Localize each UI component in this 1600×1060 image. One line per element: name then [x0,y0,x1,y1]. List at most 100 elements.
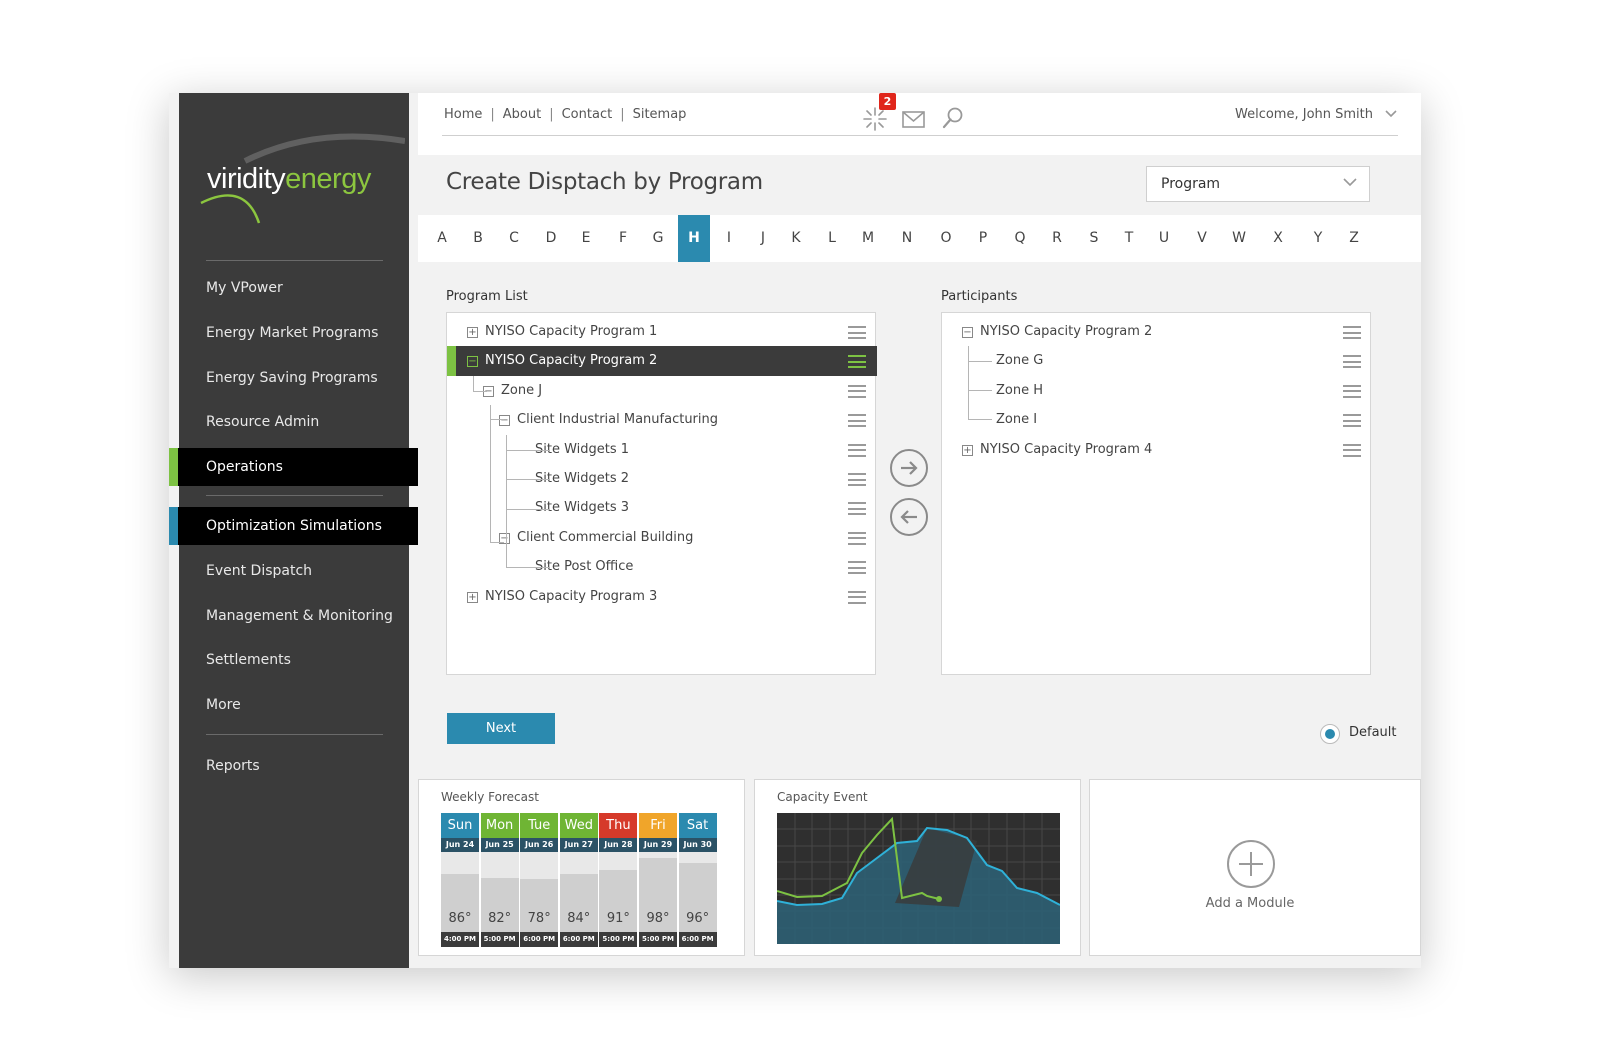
add-icon[interactable] [1227,840,1275,888]
drag-handle-icon[interactable] [848,473,866,486]
drag-handle-icon[interactable] [848,326,866,339]
forecast-temp: 84° [567,911,591,926]
drag-handle-icon[interactable] [1343,443,1361,457]
program-tree-row[interactable]: − Client Industrial Manufacturing [447,405,877,435]
mail-icon[interactable] [901,107,927,133]
logo[interactable]: viridityenergy [207,163,371,196]
nav-link-sitemap[interactable]: Sitemap [633,107,687,122]
sidebar-item-optimization-simulations[interactable]: Optimization Simulations [169,507,429,545]
letter-a[interactable]: A [426,215,458,262]
expand-icon[interactable]: + [467,327,478,338]
participant-tree-row[interactable]: Zone H [942,376,1372,406]
drag-handle-icon[interactable] [848,443,866,457]
letter-p[interactable]: P [967,215,999,262]
letter-t[interactable]: T [1113,215,1145,262]
participant-tree-row[interactable]: Zone G [942,346,1372,376]
participant-tree-row[interactable]: Zone I [942,405,1372,435]
tree-connector [506,450,550,451]
next-button[interactable]: Next [447,713,555,744]
letter-q[interactable]: Q [1004,215,1036,262]
drag-handle-icon[interactable] [848,355,866,369]
program-select[interactable]: Program [1146,166,1370,202]
letter-u[interactable]: U [1148,215,1180,262]
nav-link-about[interactable]: About [503,107,541,122]
letter-n[interactable]: N [891,215,923,262]
sidebar-item-operations[interactable]: Operations [169,448,419,486]
letter-l[interactable]: L [816,215,848,262]
letter-o[interactable]: O [930,215,962,262]
drag-handle-icon[interactable] [1343,414,1361,428]
forecast-time: 4:00 PM [441,932,479,947]
program-tree-row[interactable]: − NYISO Capacity Program 2 [447,346,877,377]
default-radio[interactable] [1320,724,1340,744]
expand-icon[interactable]: + [962,444,973,456]
sidebar-item-event-dispatch[interactable]: Event Dispatch [179,552,409,590]
collapse-icon[interactable]: − [962,327,973,338]
letter-r[interactable]: R [1041,215,1073,262]
forecast-day[interactable]: Mon Jun 25 82° 5:00 PM [480,813,519,947]
nav-link-contact[interactable]: Contact [562,107,613,122]
program-tree-row[interactable]: − Client Commercial Building [447,523,877,553]
letter-s[interactable]: S [1078,215,1110,262]
program-tree-row[interactable]: − Zone J [447,376,877,406]
forecast-time: 6:00 PM [678,932,717,947]
forecast-day[interactable]: Tue Jun 26 78° 6:00 PM [520,813,559,947]
sidebar-item-energy-saving-programs[interactable]: Energy Saving Programs [179,359,409,397]
letter-b[interactable]: B [462,215,494,262]
forecast-date: Jun 25 [480,838,519,852]
forecast-day[interactable]: Sat Jun 30 96° 6:00 PM [678,813,717,947]
letter-y[interactable]: Y [1302,215,1334,262]
sidebar-item-reports[interactable]: Reports [179,747,409,785]
letter-v[interactable]: V [1186,215,1218,262]
drag-handle-icon[interactable] [848,384,866,398]
letter-k[interactable]: K [780,215,812,262]
forecast-day[interactable]: Thu Jun 28 91° 5:00 PM [599,813,638,947]
move-left-button[interactable] [890,498,928,536]
program-tree-row[interactable]: + NYISO Capacity Program 3 [447,582,877,612]
forecast-day[interactable]: Fri Jun 29 98° 5:00 PM [639,813,677,947]
forecast-bar: 84° [559,852,598,932]
drag-handle-icon[interactable] [848,414,866,428]
welcome-user[interactable]: Welcome, John Smith [1235,107,1373,122]
letter-j[interactable]: J [747,215,779,262]
sidebar-item-my-vpower[interactable]: My VPower [179,269,409,307]
letter-x[interactable]: X [1262,215,1294,262]
drag-handle-icon[interactable] [1343,355,1361,369]
drag-handle-icon[interactable] [848,502,866,516]
forecast-day[interactable]: Wed Jun 27 84° 6:00 PM [559,813,598,947]
drag-handle-icon[interactable] [848,561,866,575]
move-right-button[interactable] [890,449,928,487]
letter-i[interactable]: I [713,215,745,262]
drag-handle-icon[interactable] [1343,384,1361,398]
participant-tree-row[interactable]: + NYISO Capacity Program 4 [942,435,1372,465]
sidebar-item-settlements[interactable]: Settlements [179,641,409,679]
chevron-down-icon[interactable] [1385,110,1397,118]
expand-icon[interactable]: + [467,591,478,603]
letter-w[interactable]: W [1223,215,1255,262]
letter-c[interactable]: C [498,215,530,262]
letter-g[interactable]: G [642,215,674,262]
letter-d[interactable]: D [535,215,567,262]
search-icon[interactable] [940,105,966,131]
sidebar-item-resource-admin[interactable]: Resource Admin [179,403,409,441]
add-module[interactable]: Add a Module [1089,779,1421,956]
letter-f[interactable]: F [607,215,639,262]
drag-handle-icon[interactable] [848,590,866,604]
forecast-day[interactable]: Sun Jun 24 86° 4:00 PM [441,813,479,947]
sidebar-item-energy-market-programs[interactable]: Energy Market Programs [179,314,409,352]
letter-m[interactable]: M [852,215,884,262]
drag-handle-icon[interactable] [1343,326,1361,339]
letter-e[interactable]: E [570,215,602,262]
nav-link-home[interactable]: Home [444,107,482,122]
tree-connector [968,346,969,419]
letter-z[interactable]: Z [1338,215,1370,262]
letter-h[interactable]: H [678,215,710,277]
sidebar-item-management-monitoring[interactable]: Management & Monitoring [179,597,409,635]
capacity-event-chart[interactable] [777,813,1060,944]
collapse-icon[interactable]: − [467,356,478,368]
program-tree-row[interactable]: + NYISO Capacity Program 1 [447,317,877,347]
sidebar-item-more[interactable]: More [179,686,409,724]
participant-tree-row[interactable]: − NYISO Capacity Program 2 [942,317,1372,347]
drag-handle-icon[interactable] [848,531,866,545]
collapse-icon[interactable]: − [499,415,510,427]
